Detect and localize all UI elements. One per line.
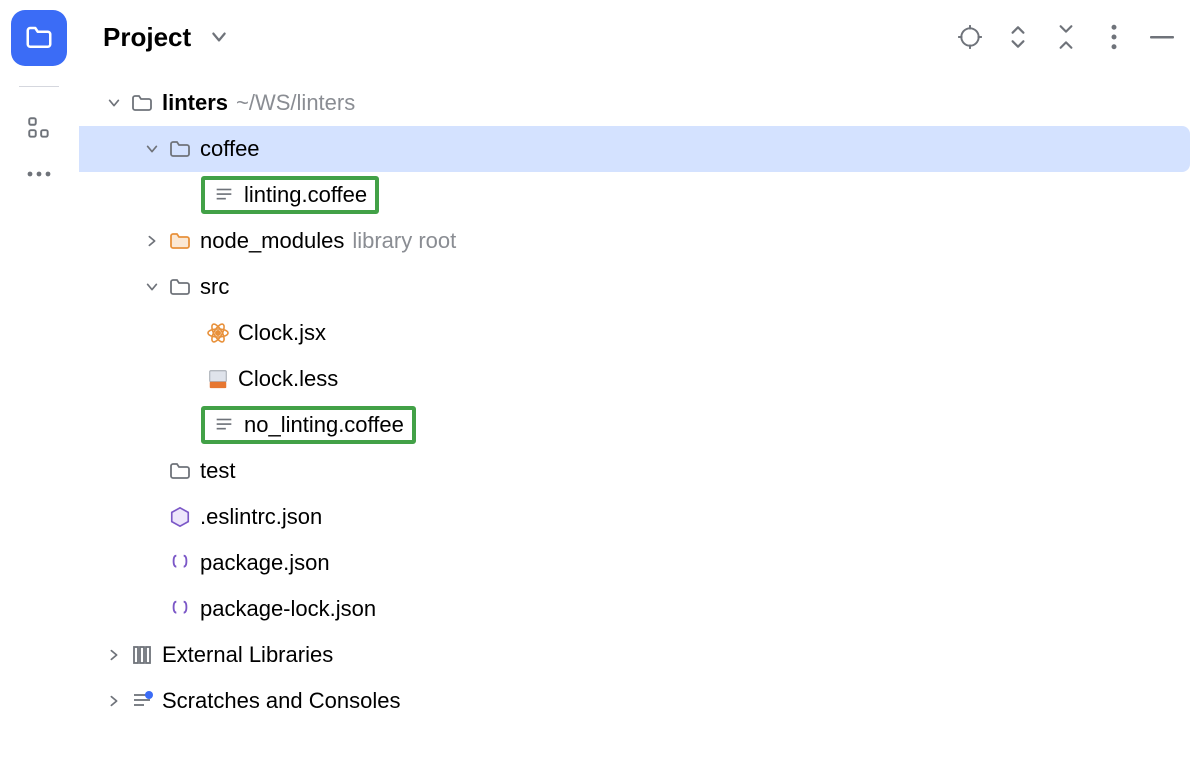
more-tool-button[interactable] xyxy=(26,169,52,179)
toolstrip-divider xyxy=(19,86,59,87)
ellipsis-icon xyxy=(26,169,52,179)
libraries-icon xyxy=(129,642,155,668)
project-panel: Project xyxy=(79,0,1200,760)
chevron-down-icon[interactable] xyxy=(101,90,127,116)
node-label: Clock.less xyxy=(238,366,338,392)
folder-icon xyxy=(129,90,155,116)
left-toolstrip xyxy=(0,0,79,760)
structure-icon xyxy=(26,115,52,141)
react-icon xyxy=(205,320,231,346)
json-icon xyxy=(167,596,193,622)
scratches-icon xyxy=(129,688,155,714)
highlight-box: linting.coffee xyxy=(201,176,379,214)
collapse-all-button[interactable] xyxy=(1046,17,1086,57)
tree-node-src[interactable]: src xyxy=(79,264,1200,310)
node-label: package.json xyxy=(200,550,330,576)
chevron-down-icon[interactable] xyxy=(139,136,165,162)
expand-collapse-button[interactable] xyxy=(998,17,1038,57)
tree-node-test[interactable]: test xyxy=(79,448,1200,494)
tree-node-package-json[interactable]: package.json xyxy=(79,540,1200,586)
node-label: coffee xyxy=(200,136,260,162)
tree-node-coffee[interactable]: coffee xyxy=(79,126,1190,172)
node-label: package-lock.json xyxy=(200,596,376,622)
node-label: node_modules xyxy=(200,228,344,254)
node-label: no_linting.coffee xyxy=(244,412,404,438)
tree-node-no-linting-coffee[interactable]: no_linting.coffee xyxy=(79,402,1200,448)
folder-icon xyxy=(167,136,193,162)
node-label: src xyxy=(200,274,229,300)
tree-node-linting-coffee[interactable]: linting.coffee xyxy=(79,172,1200,218)
textfile-icon xyxy=(211,412,237,438)
node-label: test xyxy=(200,458,235,484)
panel-header: Project xyxy=(79,0,1200,74)
target-icon xyxy=(957,24,983,50)
less-icon xyxy=(205,366,231,392)
eslint-icon xyxy=(167,504,193,530)
folder-icon xyxy=(167,458,193,484)
hide-panel-button[interactable] xyxy=(1142,17,1182,57)
select-opened-file-button[interactable] xyxy=(950,17,990,57)
library-folder-icon xyxy=(167,228,193,254)
chevron-right-icon[interactable] xyxy=(139,228,165,254)
node-label: Scratches and Consoles xyxy=(162,688,400,714)
tree-node-root[interactable]: linters ~/WS/linters xyxy=(79,80,1200,126)
chevron-right-icon[interactable] xyxy=(101,688,127,714)
node-label: .eslintrc.json xyxy=(200,504,322,530)
node-suffix: library root xyxy=(352,228,456,254)
kebab-icon xyxy=(1110,24,1118,50)
chevron-right-icon[interactable] xyxy=(101,642,127,668)
minimize-icon xyxy=(1150,35,1174,39)
structure-tool-button[interactable] xyxy=(26,115,52,141)
tree-node-clock-less[interactable]: Clock.less xyxy=(79,356,1200,402)
textfile-icon xyxy=(211,182,237,208)
tree-node-eslintrc[interactable]: .eslintrc.json xyxy=(79,494,1200,540)
folder-icon xyxy=(24,23,54,53)
chevron-down-icon[interactable] xyxy=(139,274,165,300)
chevron-down-icon xyxy=(210,28,228,46)
panel-options-button[interactable] xyxy=(1094,17,1134,57)
panel-title: Project xyxy=(103,22,191,53)
project-tree[interactable]: linters ~/WS/linters coffee linting.coff… xyxy=(79,74,1200,760)
node-path: ~/WS/linters xyxy=(236,90,355,116)
folder-icon xyxy=(167,274,193,300)
tree-node-external-libraries[interactable]: External Libraries xyxy=(79,632,1200,678)
project-tool-button[interactable] xyxy=(11,10,67,66)
highlight-box: no_linting.coffee xyxy=(201,406,416,444)
node-label: linting.coffee xyxy=(244,182,367,208)
tree-node-package-lock-json[interactable]: package-lock.json xyxy=(79,586,1200,632)
node-label: External Libraries xyxy=(162,642,333,668)
collapse-icon xyxy=(1057,23,1075,51)
json-icon xyxy=(167,550,193,576)
tree-node-clock-jsx[interactable]: Clock.jsx xyxy=(79,310,1200,356)
expand-icon xyxy=(1009,23,1027,51)
tree-node-node-modules[interactable]: node_modules library root xyxy=(79,218,1200,264)
node-label: Clock.jsx xyxy=(238,320,326,346)
view-mode-dropdown[interactable] xyxy=(199,17,239,57)
node-label: linters xyxy=(162,90,228,116)
tree-node-scratches[interactable]: Scratches and Consoles xyxy=(79,678,1200,724)
